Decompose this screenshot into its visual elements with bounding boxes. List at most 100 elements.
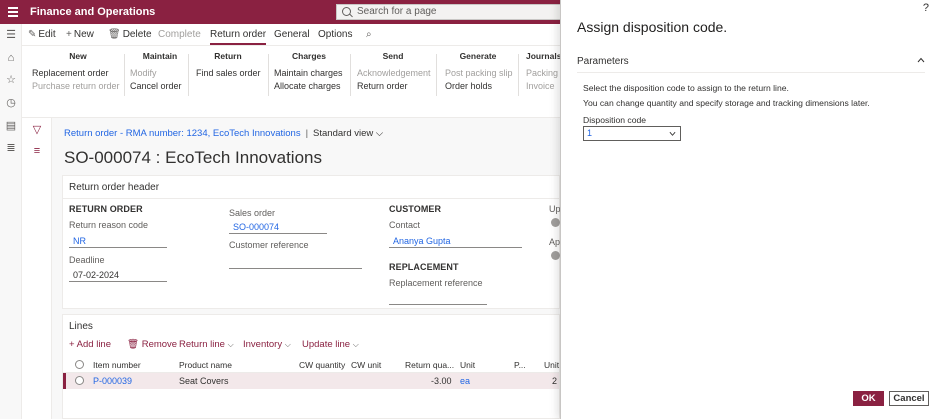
packing-slip-journal-button[interactable]: Packing s (526, 67, 560, 80)
unit-price-cell[interactable]: 2 (552, 376, 557, 386)
replacement-reference-field[interactable] (389, 292, 487, 305)
sales-order-field[interactable]: SO-000074 (229, 221, 327, 234)
divider (436, 54, 437, 96)
waffle-menu-icon[interactable] (8, 7, 18, 17)
return-order-send-button[interactable]: Return order (357, 80, 429, 93)
divider (350, 54, 351, 96)
return-quantity-cell[interactable]: -3.00 (431, 376, 452, 386)
filter-icon[interactable]: ▽ (31, 124, 43, 136)
parameters-fasttab[interactable]: Parameters (577, 56, 925, 73)
add-line-button[interactable]: + Add line (69, 339, 111, 350)
select-all-checkbox[interactable] (75, 360, 84, 369)
post-packing-slip-button[interactable]: Post packing slip (445, 67, 513, 80)
tab-general[interactable]: General (274, 28, 310, 41)
modify-button[interactable]: Modify (130, 67, 190, 80)
breadcrumb-link[interactable]: Return order - RMA number: 1234, EcoTech… (64, 128, 301, 139)
column-header[interactable]: Return qua... (405, 360, 454, 370)
assign-disposition-panel: ? Assign disposition code. Parameters Se… (560, 0, 940, 419)
trash-icon: 🗑 (127, 339, 140, 350)
delete-button[interactable]: 🗑 Delete (108, 28, 152, 41)
contact-label: Contact (389, 220, 421, 230)
clock-icon[interactable]: ◷ (5, 97, 17, 109)
column-header[interactable]: Item number (93, 360, 141, 370)
view-selector[interactable]: Standard view ⌵ (313, 128, 383, 139)
disposition-code-select[interactable]: 1 (583, 126, 681, 141)
card-title[interactable]: Return order header (69, 182, 159, 193)
search-icon[interactable]: ⌕ (366, 28, 372, 41)
deadline-field[interactable]: 07-02-2024 (69, 269, 167, 282)
return-line-menu[interactable]: Return line ⌵ (179, 339, 234, 350)
cancel-button[interactable]: Cancel (889, 391, 929, 406)
card-title[interactable]: Lines (69, 321, 93, 332)
replacement-order-button[interactable]: Replacement order (32, 67, 124, 80)
divider (124, 54, 125, 96)
ribbon: New Replacement order Purchase return or… (22, 46, 560, 118)
grid-header: Item number Product name CW quantity CW … (63, 357, 559, 373)
invoice-journal-button[interactable]: Invoice (526, 80, 560, 93)
product-name-cell[interactable]: Seat Covers (179, 376, 229, 386)
modules-icon[interactable]: ≣ (5, 142, 17, 154)
toggle-indicator[interactable] (551, 251, 560, 260)
workspaces-icon[interactable]: ▤ (5, 120, 17, 132)
allocate-charges-button[interactable]: Allocate charges (274, 80, 344, 93)
section-title: REPLACEMENT (389, 262, 459, 272)
new-button[interactable]: + New (66, 28, 94, 41)
column-header[interactable]: Product name (179, 360, 232, 370)
divider (518, 54, 519, 96)
divider (63, 198, 559, 199)
sales-order-label: Sales order (229, 208, 276, 218)
action-bar: ✎ Edit + New 🗑 Delete Complete Return order… (22, 24, 560, 46)
return-reason-field[interactable]: NR (69, 235, 167, 248)
column-header[interactable]: CW unit (351, 360, 381, 370)
column-header[interactable]: P... (514, 360, 526, 370)
cancel-order-button[interactable]: Cancel order (130, 80, 190, 93)
inventory-menu[interactable]: Inventory ⌵ (243, 339, 291, 350)
app-title[interactable]: Finance and Operations (30, 6, 155, 18)
table-row[interactable]: P-000039 Seat Covers -3.00 ea 2 (63, 373, 559, 389)
pencil-icon: ✎ (28, 29, 37, 40)
purchase-return-order-button[interactable]: Purchase return order (32, 80, 124, 93)
ribbon-group-send: Send Acknowledgement Return order (357, 51, 431, 93)
chevron-up-icon[interactable] (917, 56, 925, 64)
customer-reference-field[interactable] (229, 256, 362, 269)
acknowledgement-button[interactable]: Acknowledgement (357, 67, 431, 80)
tab-options[interactable]: Options (318, 28, 352, 41)
maintain-charges-button[interactable]: Maintain charges (274, 67, 344, 80)
add-line-label: Add line (76, 339, 112, 350)
section-title: RETURN ORDER (69, 204, 143, 214)
home-icon[interactable]: ⌂ (5, 52, 17, 64)
ribbon-group-journals: Journals Packing s Invoice (526, 51, 560, 92)
remove-label: Remove (141, 339, 178, 350)
order-holds-button[interactable]: Order holds (445, 80, 511, 93)
remove-button[interactable]: 🗑 Remove (127, 339, 177, 350)
ribbon-group-header: Send (382, 51, 404, 61)
star-icon[interactable]: ☆ (5, 74, 17, 86)
toggle-indicator[interactable] (551, 218, 560, 227)
column-header[interactable]: Unit (460, 360, 475, 370)
hamburger-icon[interactable]: ☰ (5, 29, 17, 41)
tab-return-order[interactable]: Return order (210, 28, 267, 45)
ribbon-group-charges: Charges Maintain charges Allocate charge… (274, 51, 344, 92)
item-number-cell[interactable]: P-000039 (93, 376, 132, 386)
breadcrumb-separator: | (305, 128, 309, 139)
contact-field[interactable]: Ananya Gupta (389, 235, 522, 248)
breadcrumb: Return order - RMA number: 1234, EcoTech… (64, 128, 383, 139)
section-title: CUSTOMER (389, 204, 442, 214)
ribbon-group-header: Generate (459, 51, 497, 61)
search-input[interactable]: Search for a page (336, 4, 560, 20)
column-header[interactable]: Unit (544, 360, 559, 370)
list-icon[interactable]: ≡ (31, 145, 43, 157)
help-icon[interactable]: ? (923, 2, 929, 14)
column-header[interactable]: CW quantity (299, 360, 345, 370)
side-tools: ▽ ≡ (22, 118, 52, 419)
cut-off-label: Up (549, 204, 561, 214)
edit-button[interactable]: ✎ Edit (28, 28, 56, 41)
unit-cell[interactable]: ea (460, 376, 470, 386)
ribbon-group-header: Journals (526, 51, 560, 61)
ribbon-group-new: New Replacement order Purchase return or… (32, 51, 124, 92)
ok-button[interactable]: OK (853, 391, 884, 406)
update-line-menu[interactable]: Update line ⌵ (302, 339, 359, 350)
complete-button[interactable]: Complete (158, 28, 201, 41)
row-checkbox[interactable] (75, 376, 84, 385)
find-sales-order-button[interactable]: Find sales order (196, 67, 261, 80)
